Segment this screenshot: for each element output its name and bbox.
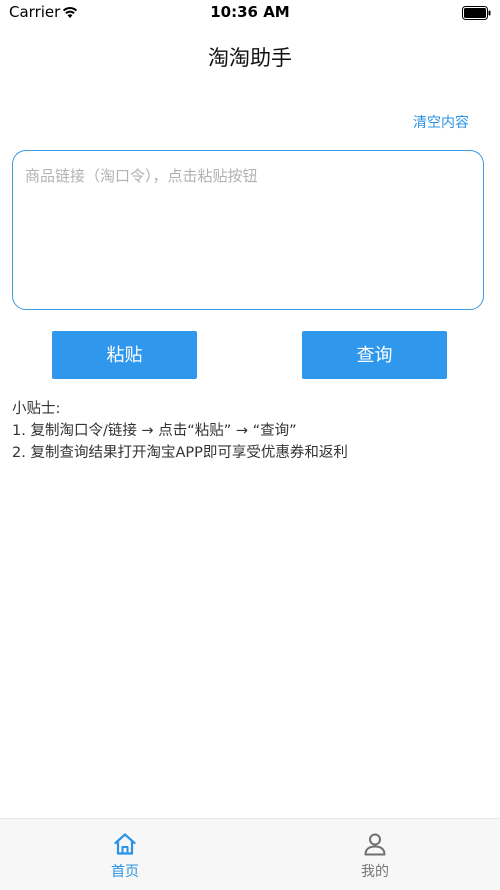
paste-button[interactable]: 粘贴 — [52, 331, 197, 379]
user-icon — [364, 833, 386, 856]
tips-section: 小贴士: 1. 复制淘口令/链接 → 点击“粘贴” → “查询” 2. 复制查询… — [12, 398, 348, 464]
tips-line-2: 2. 复制查询结果打开淘宝APP即可享受优惠券和返利 — [12, 445, 348, 461]
query-button[interactable]: 查询 — [302, 331, 447, 379]
page-title: 淘淘助手 — [208, 46, 292, 70]
link-input-container — [12, 150, 484, 310]
status-time: 10:36 AM — [210, 3, 290, 21]
tab-home-label: 首页 — [111, 864, 139, 880]
status-bar: Carrier 10:36 AM — [0, 0, 500, 26]
tips-line-1: 1. 复制淘口令/链接 → 点击“粘贴” → “查询” — [12, 423, 297, 439]
link-input[interactable] — [25, 165, 465, 295]
tips-title: 小贴士: — [12, 401, 61, 417]
tab-home[interactable]: 首页 — [0, 819, 250, 890]
clear-content-button[interactable]: 清空内容 — [413, 112, 469, 132]
tab-me[interactable]: 我的 — [250, 819, 500, 890]
battery-icon — [462, 6, 491, 20]
tab-bar: 首页 我的 — [0, 818, 500, 890]
home-icon — [114, 833, 136, 855]
tab-me-label: 我的 — [361, 864, 389, 880]
